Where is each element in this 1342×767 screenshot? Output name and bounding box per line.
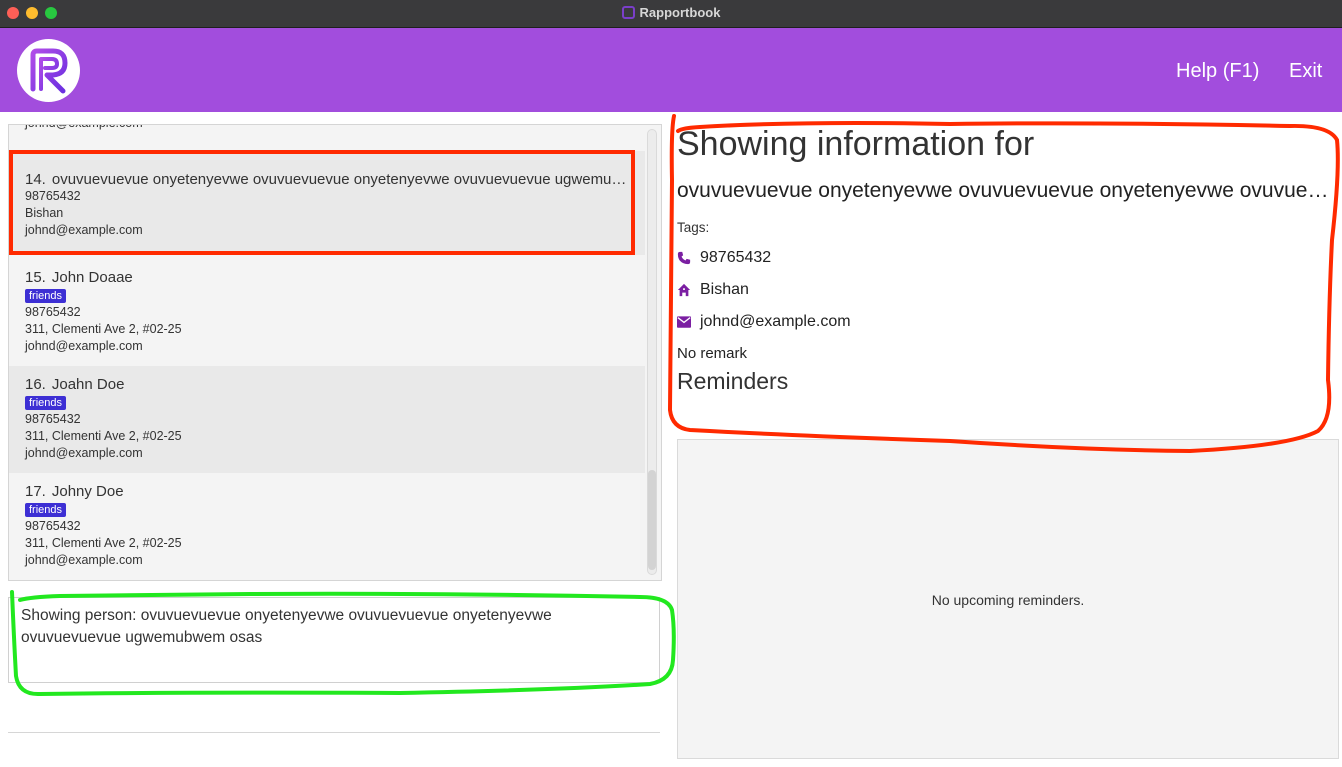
- person-name: 16. Joahn Doe: [25, 376, 645, 393]
- person-index: 16.: [25, 376, 46, 393]
- person-name-text: ovuvuevuevue onyetenyevwe ovuvuevuevue o…: [51, 171, 630, 188]
- person-email: johnd@example.com: [25, 339, 143, 353]
- tag-badge: friends: [25, 396, 67, 410]
- command-box-divider[interactable]: [8, 732, 660, 733]
- person-index: 15.: [25, 269, 46, 286]
- person-name: 17. Johny Doe: [25, 483, 645, 500]
- detail-address: Bishan: [700, 281, 749, 298]
- list-item[interactable]: 17. Johny Doe friends 98765432 311, Cleme…: [9, 473, 645, 580]
- reminders-heading: Reminders: [677, 368, 789, 394]
- person-email: johnd@example.com: [25, 446, 143, 460]
- app-header: Help (F1) Exit: [0, 28, 1342, 112]
- person-name-text: Johny Doe: [51, 483, 124, 500]
- detail-phone: 98765432: [700, 249, 772, 266]
- person-phone: 98765432: [25, 519, 81, 533]
- person-email: johnd@example.com: [25, 125, 645, 132]
- person-index: 14.: [25, 171, 46, 188]
- person-phone: 98765432: [25, 305, 81, 319]
- person-detail-panel: Showing information for ovuvuevuevue ony…: [677, 125, 1339, 395]
- result-display: Showing person: ovuvuevuevue onyetenyevw…: [8, 597, 660, 683]
- app-logo: [17, 39, 80, 102]
- list-item[interactable]: 15. John Doaae friends 98765432 311, Clem…: [9, 259, 645, 366]
- home-icon: [677, 283, 691, 297]
- phone-icon: [677, 251, 691, 265]
- person-list[interactable]: johnd@example.com 14. ovuvuevuevue onyete…: [8, 124, 662, 581]
- person-name: 14. ovuvuevuevue onyetenyevwe ovuvuevuevu…: [25, 171, 630, 188]
- person-address: Bishan: [25, 206, 64, 220]
- person-index: 17.: [25, 483, 46, 500]
- help-menu[interactable]: Help (F1): [1176, 60, 1259, 83]
- list-item[interactable]: 14. ovuvuevuevue onyetenyevwe ovuvuevuevu…: [9, 151, 645, 255]
- person-email: johnd@example.com: [25, 553, 143, 567]
- app-icon: [621, 6, 635, 19]
- reminders-panel: No upcoming reminders.: [677, 439, 1339, 759]
- logo-r-icon: [30, 48, 68, 94]
- person-email: johnd@example.com: [25, 223, 143, 237]
- person-phone: 98765432: [25, 412, 81, 426]
- person-address: 311, Clementi Ave 2, #02-25: [25, 429, 182, 443]
- detail-tags-label: Tags:: [677, 220, 710, 235]
- person-name-text: Joahn Doe: [51, 376, 125, 393]
- envelope-icon: [677, 316, 691, 328]
- list-scrollbar-thumb[interactable]: [648, 470, 656, 570]
- exit-menu[interactable]: Exit: [1289, 60, 1322, 83]
- detail-address-row: Bishan: [677, 281, 1339, 299]
- detail-name: ovuvuevuevue onyetenyevwe ovuvuevuevue o…: [677, 179, 1337, 202]
- person-address: 311, Clementi Ave 2, #02-25: [25, 536, 182, 550]
- title-bar: Rapportbook: [0, 0, 1342, 28]
- window-title-text: Rapportbook: [639, 5, 721, 20]
- person-name: 15. John Doaae: [25, 269, 645, 286]
- detail-email: johnd@example.com: [700, 313, 851, 330]
- person-phone: 98765432: [25, 189, 81, 203]
- tag-badge: friends: [25, 503, 67, 517]
- detail-heading: Showing information for: [677, 125, 1035, 163]
- reminders-empty-message: No upcoming reminders.: [931, 592, 1085, 608]
- window-title: Rapportbook: [0, 5, 1342, 20]
- detail-phone-row: 98765432: [677, 249, 1339, 267]
- detail-remark: No remark: [677, 345, 748, 362]
- list-item[interactable]: 16. Joahn Doe friends 98765432 311, Cleme…: [9, 366, 645, 473]
- person-name-text: John Doaae: [51, 269, 133, 286]
- tag-badge: friends: [25, 289, 67, 303]
- person-address: 311, Clementi Ave 2, #02-25: [25, 322, 182, 336]
- list-item-partial[interactable]: johnd@example.com: [9, 125, 645, 135]
- detail-email-row: johnd@example.com: [677, 313, 1339, 331]
